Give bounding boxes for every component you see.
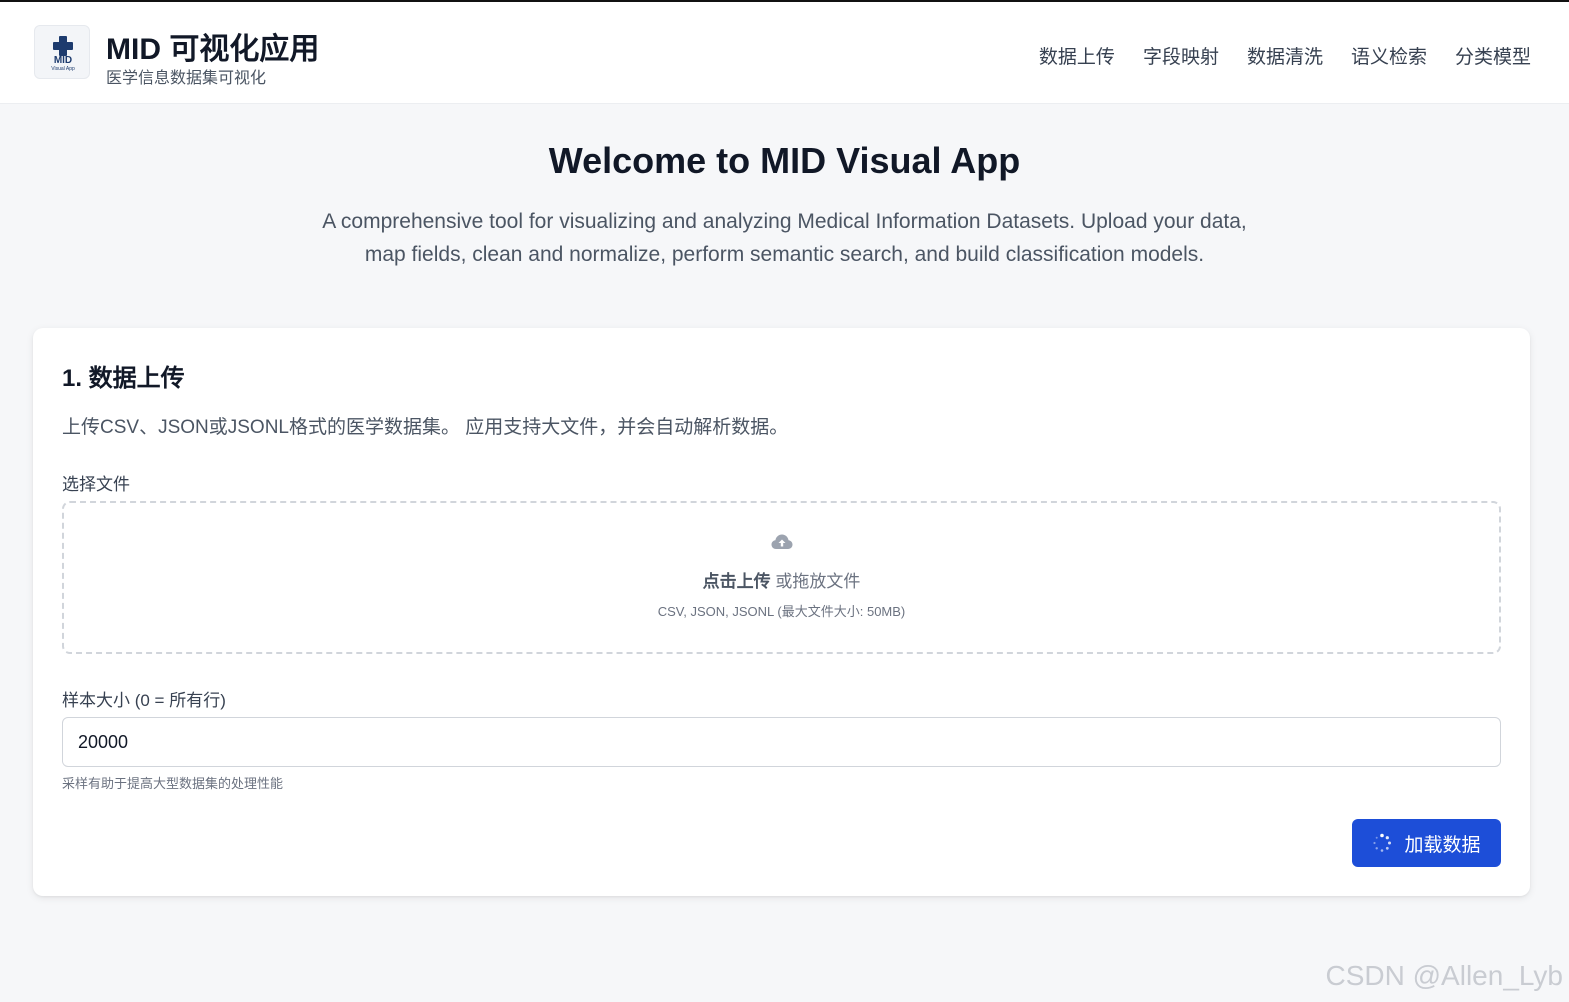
- spinner-icon: [1373, 833, 1392, 852]
- hero-description: A comprehensive tool for visualizing and…: [322, 210, 1247, 266]
- file-field-label: 选择文件: [62, 475, 130, 494]
- main-nav: 数据上传 字段映射 数据清洗 语义检索 分类模型: [1039, 42, 1531, 69]
- file-dropzone[interactable]: 点击上传 或拖放文件 CSV, JSON, JSONL (最大文件大小: 50M…: [62, 501, 1501, 654]
- load-data-label: 加载数据: [1404, 834, 1481, 856]
- sample-size-input[interactable]: [62, 717, 1501, 767]
- logo-subtext: Visual App: [51, 66, 75, 72]
- nav-semantic-search[interactable]: 语义检索: [1351, 42, 1427, 69]
- app-subtitle: 医学信息数据集可视化: [106, 70, 267, 87]
- section-title: 1. 数据上传: [62, 365, 185, 392]
- section-description: 上传CSV、JSON或JSONL格式的医学数据集。 应用支持大文件，并会自动解析…: [62, 417, 789, 438]
- load-data-button[interactable]: 加载数据: [1352, 819, 1501, 867]
- nav-data-cleaning[interactable]: 数据清洗: [1247, 42, 1323, 69]
- nav-data-upload[interactable]: 数据上传: [1039, 42, 1115, 69]
- dropzone-hint: CSV, JSON, JSONL (最大文件大小: 50MB): [657, 604, 906, 619]
- app-title: MID 可视化应用: [106, 33, 320, 66]
- hero-title: Welcome to MID Visual App: [548, 140, 1021, 181]
- sample-size-help: 采样有助于提高大型数据集的处理性能: [62, 776, 284, 791]
- drag-drop-text: 或拖放文件: [770, 572, 861, 591]
- watermark: CSDN @Allen_Lyb: [1325, 960, 1563, 991]
- dropzone-text: 点击上传 或拖放文件: [64, 567, 1499, 592]
- sample-size-label: 样本大小 (0 = 所有行): [62, 691, 226, 710]
- app-header: MID Visual App MID 可视化应用 医学信息数据集可视化 数据上传…: [0, 2, 1569, 104]
- app-logo[interactable]: MID Visual App: [34, 25, 90, 79]
- medical-cross-bar: [53, 42, 73, 50]
- cloud-upload-icon: [771, 534, 793, 549]
- click-upload-link[interactable]: 点击上传: [703, 572, 771, 591]
- logo-text: MID: [53, 55, 73, 66]
- nav-field-mapping[interactable]: 字段映射: [1143, 42, 1219, 69]
- nav-classification-model[interactable]: 分类模型: [1455, 42, 1531, 69]
- upload-card: 1. 数据上传 上传CSV、JSON或JSONL格式的医学数据集。 应用支持大文…: [33, 328, 1530, 896]
